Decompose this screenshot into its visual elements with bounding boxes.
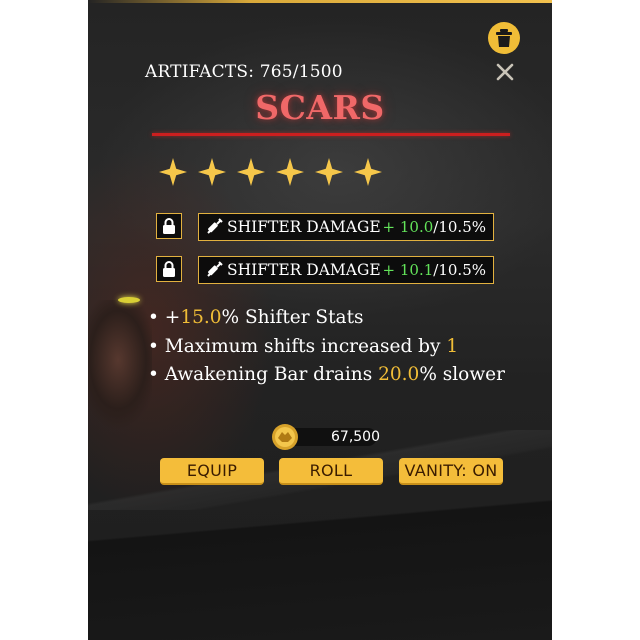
- perk-highlight: 1: [446, 335, 459, 357]
- background-titan-eye: [118, 297, 140, 303]
- lock-toggle[interactable]: [156, 256, 182, 282]
- close-button[interactable]: [493, 60, 517, 84]
- stat-max-value: /10.5%: [433, 261, 486, 279]
- star-rating: [158, 157, 383, 187]
- stat-name: SHIFTER DAMAGE: [227, 261, 381, 279]
- perk-list: • +15.0% Shifter Stats • Maximum shifts …: [148, 304, 505, 390]
- perk-text: % slower: [419, 364, 505, 385]
- stat-max-value: /10.5%: [433, 218, 486, 236]
- star-icon: [198, 158, 226, 186]
- perk-text: +: [158, 307, 181, 328]
- syringe-icon: [207, 261, 223, 277]
- background-ground: [88, 480, 552, 640]
- star-icon: [315, 158, 343, 186]
- perk-text: % Shifter Stats: [221, 307, 364, 328]
- perk-highlight: 15.0: [180, 307, 222, 328]
- gold-coin-icon: [272, 424, 298, 450]
- lock-icon: [163, 217, 175, 234]
- equip-button[interactable]: EQUIP: [160, 458, 264, 485]
- close-icon: [496, 63, 514, 81]
- star-icon: [276, 158, 304, 186]
- roll-button[interactable]: ROLL: [279, 458, 383, 485]
- lock-toggle[interactable]: [156, 213, 182, 239]
- artifact-panel: ARTIFACTS: 765/1500 SCARS SHIFTER DAMAGE…: [88, 0, 552, 640]
- lock-icon: [163, 260, 175, 277]
- perk-item: • +15.0% Shifter Stats: [148, 304, 505, 333]
- stat-value: + 10.1/10.5%: [383, 261, 486, 279]
- currency-display: 67,500: [271, 423, 381, 451]
- perk-bullet: •: [148, 307, 159, 328]
- stat-box: SHIFTER DAMAGE + 10.1/10.5%: [198, 256, 494, 284]
- syringe-icon: [207, 218, 223, 234]
- perk-bullet: •: [148, 335, 159, 357]
- star-icon: [237, 158, 265, 186]
- perk-highlight: 20.0: [378, 364, 420, 385]
- star-icon: [159, 158, 187, 186]
- panel-top-border: [88, 0, 552, 3]
- artifacts-count: ARTIFACTS: 765/1500: [145, 62, 343, 82]
- artifact-title: SCARS: [255, 88, 385, 127]
- currency-amount: 67,500: [331, 429, 380, 445]
- perk-text: Maximum shifts increased by: [158, 335, 447, 357]
- vanity-toggle-button[interactable]: VANITY: ON: [399, 458, 503, 485]
- stat-value: + 10.0/10.5%: [383, 218, 486, 236]
- perk-text: Awakening Bar drains: [158, 364, 379, 385]
- background-titan-figure: [88, 300, 152, 450]
- stat-box: SHIFTER DAMAGE + 10.0/10.5%: [198, 213, 494, 241]
- trash-icon: [496, 29, 512, 47]
- title-divider: [152, 133, 510, 136]
- stat-current-value: + 10.1: [382, 261, 434, 279]
- perk-item: • Awakening Bar drains 20.0% slower: [148, 361, 505, 390]
- perk-bullet: •: [148, 364, 159, 385]
- star-icon: [354, 158, 382, 186]
- stat-current-value: + 10.0: [382, 218, 434, 236]
- delete-button[interactable]: [488, 22, 520, 54]
- stat-name: SHIFTER DAMAGE: [227, 218, 381, 236]
- perk-item: • Maximum shifts increased by 1: [148, 333, 505, 362]
